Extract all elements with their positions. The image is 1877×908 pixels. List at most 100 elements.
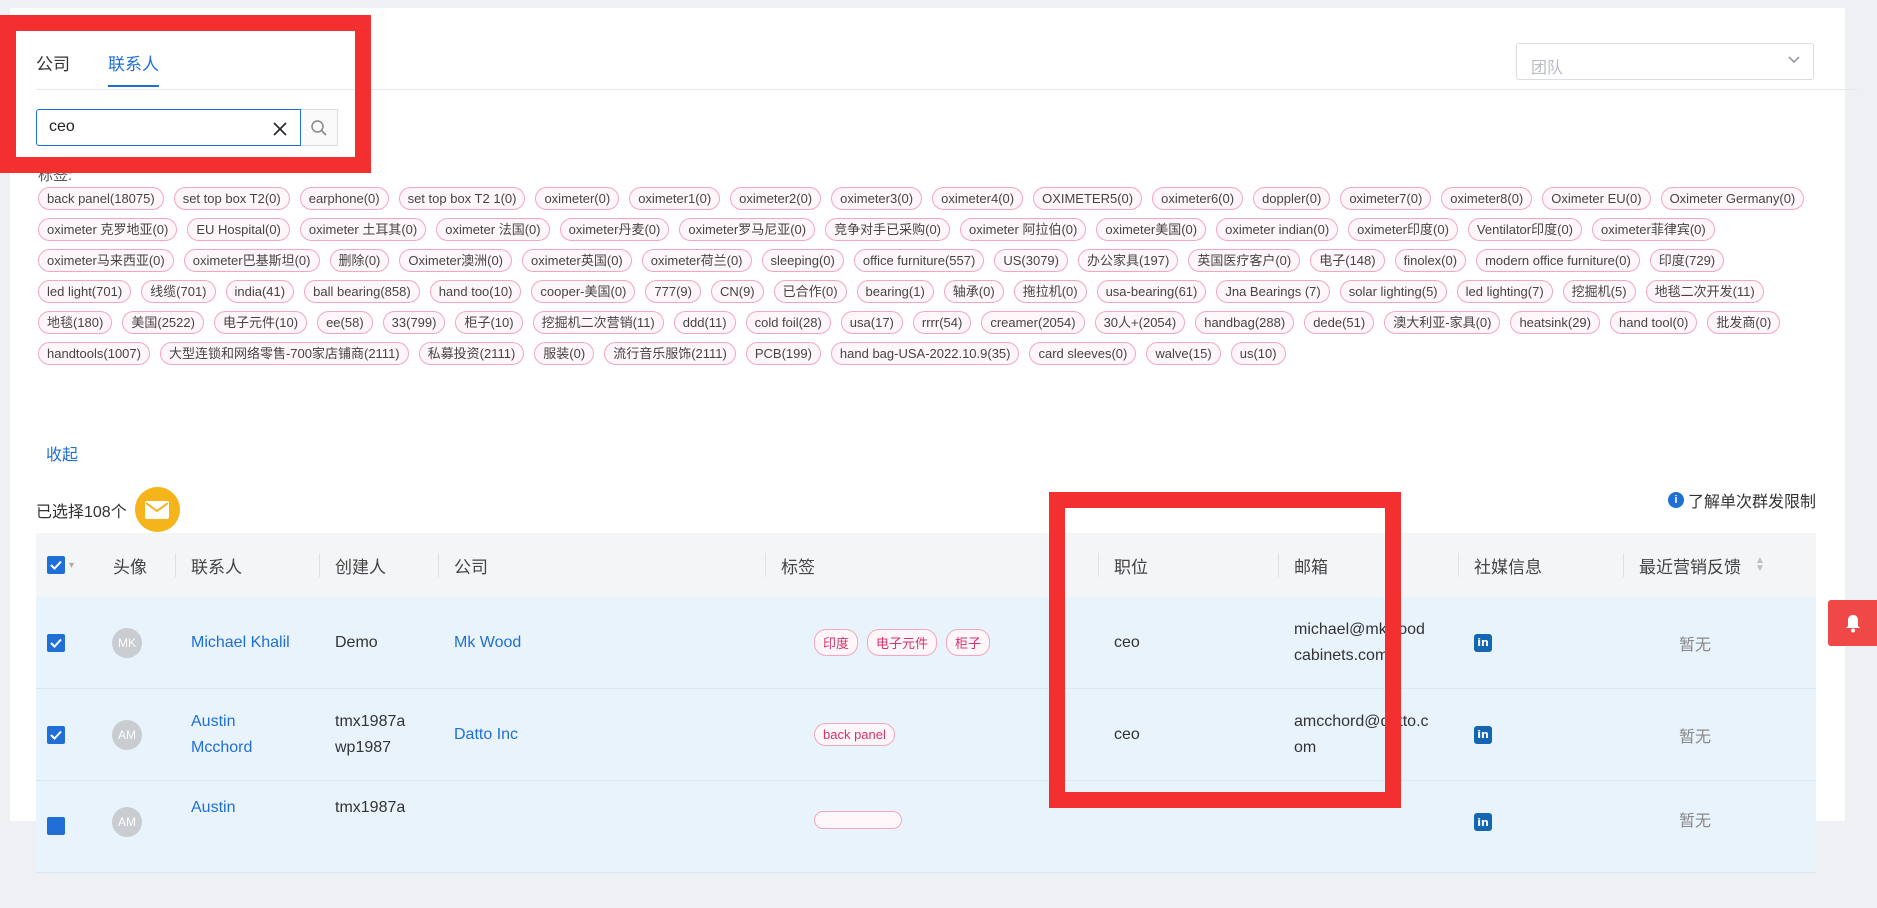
filter-tag[interactable]: 办公家具(197)	[1077, 249, 1179, 272]
filter-tag[interactable]: oximeter7(0)	[1340, 187, 1432, 210]
filter-tag[interactable]: oximeter英国(0)	[522, 249, 632, 272]
filter-tag[interactable]: 轴承(0)	[943, 280, 1004, 303]
filter-tag[interactable]: creamer(2054)	[981, 311, 1085, 334]
filter-tag[interactable]: bearing(1)	[856, 280, 934, 303]
filter-tag[interactable]: oximeter巴基斯坦(0)	[183, 249, 320, 272]
sort-icon[interactable]: ▲ ▼	[1755, 556, 1765, 574]
filter-tag[interactable]: oximeter 土耳其(0)	[299, 218, 427, 241]
filter-tag[interactable]: back panel(18075)	[38, 187, 164, 210]
filter-tag[interactable]: led lighting(7)	[1456, 280, 1553, 303]
filter-tag[interactable]: 竞争对手已采购(0)	[825, 218, 950, 241]
select-all-checkbox[interactable]: ▾	[47, 533, 74, 597]
filter-tag[interactable]: 777(9)	[645, 280, 701, 303]
filter-tag[interactable]: 电子(148)	[1310, 249, 1385, 272]
filter-tag[interactable]: oximeter(0)	[535, 187, 620, 210]
filter-tag[interactable]: sleeping(0)	[761, 249, 844, 272]
filter-tag[interactable]: 私募投资(2111)	[418, 342, 525, 365]
filter-tag[interactable]: hand tool(0)	[1610, 311, 1698, 334]
filter-tag[interactable]: 大型连锁和网络零售-700家店铺商(2111)	[159, 342, 409, 365]
filter-tag[interactable]: oximeter 阿拉伯(0)	[960, 218, 1087, 241]
company-link[interactable]: Mk Wood	[454, 597, 521, 688]
filter-tag[interactable]: Oximeter澳洲(0)	[399, 249, 513, 272]
filter-tag[interactable]: 批发商(0)	[1707, 311, 1781, 334]
filter-tag[interactable]: oximeter1(0)	[629, 187, 721, 210]
filter-tag[interactable]: oximeter丹麦(0)	[559, 218, 670, 241]
filter-tag[interactable]: handtools(1007)	[38, 342, 150, 365]
filter-tag[interactable]: US(3079)	[994, 249, 1068, 272]
filter-tag[interactable]: oximeter 克罗地亚(0)	[38, 218, 178, 241]
filter-tag[interactable]: oximeter罗马尼亚(0)	[679, 218, 816, 241]
send-email-button[interactable]	[134, 487, 180, 532]
table-row[interactable]: AM Austin tmx1987a in 暂无	[36, 781, 1816, 873]
contact-name-link[interactable]: Austin Mcchord	[191, 689, 252, 780]
filter-tag[interactable]: oximeter马来西亚(0)	[38, 249, 174, 272]
filter-tag[interactable]: oximeter8(0)	[1441, 187, 1533, 210]
filter-tag[interactable]: 柜子(10)	[455, 311, 523, 334]
filter-tag[interactable]: ddd(11)	[673, 311, 736, 334]
filter-tag[interactable]: 33(799)	[382, 311, 446, 334]
filter-tag[interactable]: oximeter印度(0)	[1348, 218, 1458, 241]
filter-tag[interactable]: oximeter荷兰(0)	[641, 249, 752, 272]
filter-tag[interactable]: solar lighting(5)	[1339, 280, 1447, 303]
filter-tag[interactable]: modern office furniture(0)	[1476, 249, 1640, 272]
filter-tag[interactable]: 30人+(2054)	[1094, 311, 1186, 334]
filter-tag[interactable]: 挖掘机二次营销(11)	[532, 311, 664, 334]
filter-tag[interactable]: office furniture(557)	[853, 249, 985, 272]
team-select[interactable]: 团队	[1516, 43, 1814, 80]
filter-tag[interactable]: ee(58)	[317, 311, 373, 334]
filter-tag[interactable]: 已合作(0)	[773, 280, 847, 303]
company-link[interactable]: Datto Inc	[454, 689, 518, 780]
filter-tag[interactable]: oximeter2(0)	[730, 187, 822, 210]
filter-tag[interactable]: 英国医疗客户(0)	[1188, 249, 1301, 272]
filter-tag[interactable]: india(41)	[225, 280, 295, 303]
filter-tag[interactable]: 服装(0)	[534, 342, 595, 365]
filter-tag[interactable]: 挖掘机(5)	[1562, 280, 1636, 303]
filter-tag[interactable]: walve(15)	[1146, 342, 1221, 365]
filter-tag[interactable]: CN(9)	[710, 280, 764, 303]
filter-tag[interactable]: oximeter indian(0)	[1216, 218, 1339, 241]
linkedin-icon[interactable]: in	[1474, 725, 1492, 744]
filter-tag[interactable]: doppler(0)	[1253, 187, 1331, 210]
filter-tag[interactable]: oximeter6(0)	[1152, 187, 1244, 210]
contact-name-link[interactable]: Austin	[191, 781, 235, 890]
filter-tag[interactable]: Oximeter Germany(0)	[1660, 187, 1805, 210]
filter-tag[interactable]: oximeter4(0)	[932, 187, 1024, 210]
filter-tag[interactable]: hand bag-USA-2022.10.9(35)	[830, 342, 1020, 365]
filter-tag[interactable]: PCB(199)	[745, 342, 821, 365]
table-row[interactable]: AM Austin Mcchord tmx1987a wp1987 Datto …	[36, 689, 1816, 781]
filter-tag[interactable]: Oximeter EU(0)	[1542, 187, 1651, 210]
filter-tag[interactable]: Jna Bearings (7)	[1216, 280, 1330, 303]
filter-tag[interactable]: heatsink(29)	[1510, 311, 1600, 334]
filter-tag[interactable]: usa-bearing(61)	[1096, 280, 1207, 303]
filter-tag[interactable]: earphone(0)	[299, 187, 389, 210]
chevron-down-icon[interactable]: ▾	[69, 560, 74, 571]
filter-tag[interactable]: led light(701)	[38, 280, 132, 303]
filter-tag[interactable]: dede(51)	[1304, 311, 1375, 334]
contact-name-link[interactable]: Michael Khalil	[191, 597, 290, 688]
filter-tag[interactable]: 美国(2522)	[122, 311, 204, 334]
filter-tag[interactable]: 删除(0)	[329, 249, 390, 272]
filter-tag[interactable]: card sleeves(0)	[1029, 342, 1137, 365]
filter-tag[interactable]: usa(17)	[840, 311, 903, 334]
row-checkbox[interactable]	[47, 781, 65, 908]
filter-tag[interactable]: rrrr(54)	[912, 311, 972, 334]
filter-tag[interactable]: oximeter 法国(0)	[436, 218, 550, 241]
filter-tag[interactable]: 流行音乐服饰(2111)	[604, 342, 736, 365]
header-feedback[interactable]: 最近营销反馈 ▲ ▼	[1623, 533, 1765, 597]
filter-tag[interactable]: 澳大利亚-家具(0)	[1384, 311, 1501, 334]
filter-tag[interactable]: set top box T2(0)	[173, 187, 290, 210]
send-limit-link[interactable]: i 了解单次群发限制	[1667, 488, 1816, 512]
filter-tag[interactable]: hand too(10)	[429, 280, 522, 303]
filter-tag[interactable]: 电子元件(10)	[213, 311, 308, 334]
linkedin-icon[interactable]: in	[1474, 813, 1492, 831]
notification-button[interactable]	[1828, 600, 1877, 646]
filter-tag[interactable]: oximeter3(0)	[831, 187, 923, 210]
collapse-link[interactable]: 收起	[46, 441, 78, 465]
filter-tag[interactable]: handbag(288)	[1195, 311, 1295, 334]
filter-tag[interactable]: 线缆(701)	[141, 280, 216, 303]
filter-tag[interactable]: set top box T2 1(0)	[398, 187, 526, 210]
filter-tag[interactable]: 地毯(180)	[38, 311, 113, 334]
row-checkbox[interactable]	[47, 597, 65, 688]
filter-tag[interactable]: oximeter菲律宾(0)	[1592, 218, 1715, 241]
filter-tag[interactable]: 印度(729)	[1649, 249, 1725, 272]
